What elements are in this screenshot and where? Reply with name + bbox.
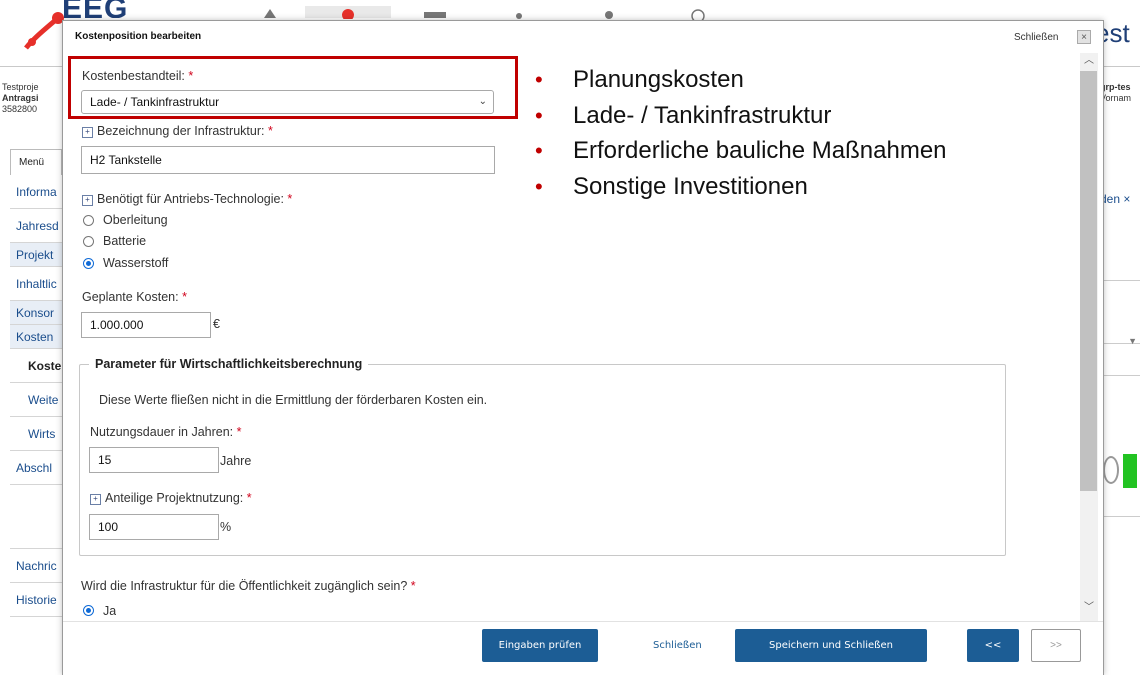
sidebar-item[interactable]: Projekt [10,243,62,267]
economics-legend: Parameter für Wirtschaftlichkeitsberechn… [89,357,369,371]
dialog-close-link[interactable]: Schließen [1014,32,1058,43]
annotation-bullet-text: Planungskosten [573,66,744,93]
mail-icon[interactable] [420,6,460,20]
expand-icon[interactable]: + [82,195,93,206]
close-footer-link[interactable]: Schließen [653,640,702,651]
sidebar-menu: Informa Jahresd Projekt Inhaltlic Konsor Kost… [10,175,62,617]
project-info: Testproje Antragsi 3582800 [2,82,39,114]
expand-icon[interactable]: + [82,127,93,138]
usage-years-unit: Jahre [220,454,252,468]
project-share-label: + Anteilige Projektnutzung: * [90,491,252,505]
highlight-box [68,56,518,119]
sidebar-item[interactable]: Inhaltlic [10,267,62,301]
tools-icon[interactable] [505,6,545,20]
annotation-bullet-text: Erforderliche bauliche Maßnahmen [573,137,947,164]
technology-label: + Benötigt für Antriebs-Technologie: * [82,192,292,206]
option-oberleitung-label: Oberleitung [103,213,168,227]
bullet-dot: • [535,173,543,199]
annotation-bullet: • Erforderliche bauliche Maßnahmen [535,133,947,169]
bullet-dot: • [535,67,543,92]
public-access-label: Wird die Infrastruktur für die Öffentlic… [81,579,416,593]
infra-name-input[interactable]: H2 Tankstelle [81,146,495,174]
status-panel [1100,375,1140,517]
radio-batterie[interactable] [83,236,94,247]
close-icon[interactable]: × [1077,30,1091,44]
bullet-dot: • [535,138,543,163]
remove-link[interactable]: den × [1100,192,1130,206]
status-indicator [1123,454,1137,488]
option-batterie-label: Batterie [103,234,147,248]
currency-unit: € [213,317,220,331]
sidebar-item[interactable]: Historie [10,583,62,617]
filter-icon[interactable]: ▼ [1128,336,1137,346]
dialog-title: Kostenposition bearbeiten [75,31,202,42]
sidebar-item[interactable]: Weite [10,383,62,417]
planned-cost-label: Geplante Kosten: * [82,290,187,304]
prev-button[interactable]: << [967,629,1019,662]
project-share-input[interactable]: 100 [89,514,219,540]
user-info: grp-tes Vornam [1100,82,1132,103]
radio-oberleitung[interactable] [83,215,94,226]
annotation-bullet: • Sonstige Investitionen [535,169,947,205]
home-icon[interactable] [250,6,290,20]
annotation-bullet: • Planungskosten [535,62,947,98]
annotation-bullet-list: • Planungskosten • Lade- / Tankinfrastruktu… [535,62,947,204]
bullet-dot: • [535,102,543,128]
sidebar-item [10,485,62,549]
dialog-header: Kostenposition bearbeiten Schließen × [63,21,1103,51]
option-wasserstoff-label: Wasserstoff [103,256,169,270]
planned-cost-input[interactable]: 1.000.000 [81,312,211,338]
logo-icon [24,12,64,50]
economics-note: Diese Werte fließen nicht in die Ermittl… [99,393,488,407]
filter-panel: ▼ [1100,280,1140,346]
usage-years-input[interactable]: 15 [89,447,219,473]
radio-wasserstoff[interactable] [83,258,94,269]
infra-name-label: + Bezeichnung der Infrastruktur: * [82,124,273,138]
scroll-down-icon[interactable]: ﹀ [1082,601,1096,615]
sidebar-item[interactable]: Wirts [10,417,62,451]
annotation-bullet: • Lade- / Tankinfrastruktur [535,98,947,134]
nav-active-tab[interactable] [305,6,391,21]
sidebar-item[interactable]: Konsor [10,301,62,325]
sidebar-item[interactable]: Informa [10,175,62,209]
status-ring [1103,456,1119,484]
sidebar-item[interactable]: Jahresd [10,209,62,243]
sidebar-item[interactable]: Nachric [10,549,62,583]
expand-icon[interactable]: + [90,494,101,505]
radio-public-ja[interactable] [83,605,94,616]
save-close-button[interactable]: Speichern und Schließen [735,629,927,662]
sidebar-item[interactable]: Abschl [10,451,62,485]
gear-icon[interactable] [595,6,635,20]
check-input-button[interactable]: Eingaben prüfen [482,629,598,662]
sidebar-item[interactable]: Koste [10,349,62,383]
scrollbar-thumb[interactable] [1080,71,1097,491]
scroll-up-icon[interactable]: ︿ [1082,54,1096,68]
logo-text: EEG [62,0,129,18]
project-share-unit: % [220,520,232,534]
usage-years-label: Nutzungsdauer in Jahren: * [90,425,242,439]
option-ja-label: Ja [103,604,117,618]
sidebar-item[interactable]: Kosten [10,325,62,349]
next-button[interactable]: >> [1031,629,1081,662]
help-icon[interactable] [688,6,728,23]
annotation-bullet-text: Lade- / Tankinfrastruktur [573,101,832,129]
annotation-bullet-text: Sonstige Investitionen [573,172,808,200]
tab-menu[interactable]: Menü [10,149,62,175]
